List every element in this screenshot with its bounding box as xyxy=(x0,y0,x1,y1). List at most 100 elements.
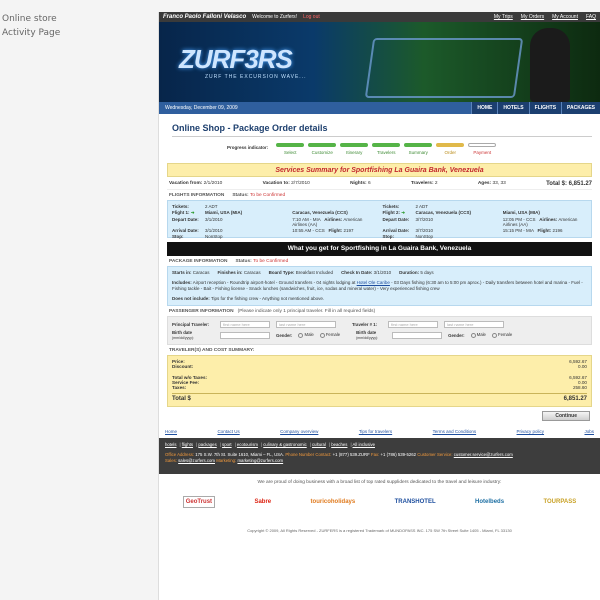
user-name: Franco Paolo Falloni Velasco xyxy=(163,14,247,20)
package-box: Starts in: Caracas Finishes in: Caracas … xyxy=(167,266,592,306)
cat-sport[interactable]: sport xyxy=(222,442,232,447)
logout-link[interactable]: Log out xyxy=(303,14,320,20)
hotelbeds-logo: Hotelbeds xyxy=(475,498,505,505)
step-customize: Customize xyxy=(308,143,337,155)
flight-1: Tickets: 2 ADT Flight 1: ➜ Miami, USA (MIA… xyxy=(172,204,363,239)
marketing-email[interactable]: marketing@zurfers.com xyxy=(237,458,283,463)
flight-2: Tickets: 2 ADT Flight 2: ➜ Caracas, Venezu… xyxy=(382,204,578,239)
summary-total: 6,851.27 xyxy=(568,181,592,187)
tourico-logo: touricoholidays xyxy=(310,498,356,505)
nav-my-orders[interactable]: My Orders xyxy=(521,14,544,20)
cat-flights[interactable]: flights xyxy=(182,442,193,447)
vacation-from: 2/1/2010 xyxy=(203,181,223,186)
footer-home[interactable]: Home xyxy=(165,429,177,434)
main-menu: HOME HOTELS FLIGHTS PACKAGES xyxy=(471,102,600,114)
sabre-logo: Sabre xyxy=(254,498,272,505)
traveler1-gender-male[interactable]: Male xyxy=(470,332,486,338)
cat-hotels[interactable]: hotels xyxy=(165,442,176,447)
page: Franco Paolo Falloni Velasco Welcome to … xyxy=(158,12,600,600)
principal-first-name-input[interactable]: first name here xyxy=(220,321,270,328)
cat-beaches[interactable]: beaches xyxy=(331,442,347,447)
cost-taxes: 258.60 xyxy=(572,385,587,391)
suppliers-text: We are proud of doing business with a br… xyxy=(257,479,502,485)
traveler1-first-name-input[interactable]: first name here xyxy=(388,321,438,328)
menu-packages[interactable]: PACKAGES xyxy=(561,102,600,114)
cat-ecotourism[interactable]: ecotourism xyxy=(237,442,258,447)
continue-button[interactable]: Continue xyxy=(542,410,590,421)
passenger-form: Principal Traveler: first name here last… xyxy=(167,316,592,345)
cat-all-inclusive[interactable]: All inclusive xyxy=(353,442,375,447)
cost-discount: 0.00 xyxy=(578,364,587,370)
sales-email[interactable]: sales@zurfers.com xyxy=(178,458,215,463)
dark-footer: hotels | flights | packages | sport | ecotou… xyxy=(159,437,600,474)
cost-section-title: TRAVELER(S) AND COST SUMMARY: xyxy=(169,348,255,353)
tourpass-logo: TOURPASS xyxy=(543,498,577,505)
flights-section-title: FLIGHTS INFORMATION Status: To be Confir… xyxy=(169,193,286,198)
menu-home[interactable]: HOME xyxy=(471,102,498,114)
cost-summary: Price: 6,592.67 Discount: 0.00 Total w/o T… xyxy=(167,355,592,407)
footer-terms[interactable]: Terms and Conditions xyxy=(433,429,477,434)
traveler1-birth-input[interactable] xyxy=(392,331,443,339)
customer-service-email[interactable]: customer.service@zurfers.com xyxy=(454,452,513,457)
page-title: Online Shop - Package Order details xyxy=(172,123,592,137)
main-content: Online Shop - Package Order details Prog… xyxy=(159,114,600,421)
principal-birth-input[interactable] xyxy=(220,331,270,339)
services-summary-row: Vacation from: 2/1/2010 Vacation to: 2/7… xyxy=(167,177,592,190)
welcome-text: Welcome to Zurfers! xyxy=(252,14,298,20)
step-payment: Payment xyxy=(468,143,497,155)
nav-my-trips[interactable]: My Trips xyxy=(494,14,513,20)
menu-hotels[interactable]: HOTELS xyxy=(497,102,529,114)
footer-contact[interactable]: Contact Us xyxy=(217,429,239,434)
flights-status: To be Confirmed xyxy=(249,193,286,198)
hotel-link[interactable]: Hotel Ole Caribe xyxy=(357,280,390,285)
footer-jobs[interactable]: Jobs xyxy=(584,429,594,434)
step-select: Select xyxy=(276,143,305,155)
cat-packages[interactable]: packages xyxy=(198,442,216,447)
traveler1-last-name-input[interactable]: last name here xyxy=(444,321,504,328)
flights-box: Tickets: 2 ADT Flight 1: ➜ Miami, USA (MIA… xyxy=(167,200,592,239)
package-section-title: PACKAGE INFORMATION Status: To be Confir… xyxy=(169,259,289,264)
step-order: Order xyxy=(436,143,465,155)
travelers-count: 2 xyxy=(434,181,438,186)
vacation-to: 2/7/2010 xyxy=(291,181,310,186)
side-label-line-1: Online store xyxy=(2,14,57,24)
footer-links: Home Contact Us Company overview Tips fo… xyxy=(165,429,594,434)
shopping-cart-image xyxy=(364,38,524,98)
partner-logos: GeoTrust Sabre touricoholidays TRANSHOTE… xyxy=(159,490,600,514)
hero-banner: ZURF3RS ZURF THE EXCURSION WAVE... xyxy=(159,22,600,102)
footer-privacy[interactable]: Privacy policy xyxy=(517,429,545,434)
cost-total: 6,851.27 xyxy=(563,396,587,403)
progress-label: Progress indicator: xyxy=(227,145,269,150)
progress-indicator: Progress indicator: Select Customize Iti… xyxy=(227,143,592,155)
nav-my-account[interactable]: My Account xyxy=(552,14,578,20)
menu-flights[interactable]: FLIGHTS xyxy=(528,102,562,114)
arrow-right-icon: ➜ xyxy=(401,210,406,215)
package-status: To be Confirmed xyxy=(253,259,289,264)
step-summary: Summary xyxy=(404,143,433,155)
arrow-right-icon: ➜ xyxy=(190,210,195,215)
transhotel-logo: TRANSHOTEL xyxy=(394,498,436,505)
principal-last-name-input[interactable]: last name here xyxy=(276,321,336,328)
current-date: Wednesday, December 09, 2009 xyxy=(165,105,238,111)
step-travelers: Travelers xyxy=(372,143,401,155)
cat-cultural[interactable]: cultural xyxy=(312,442,326,447)
copyright: Copyright © 2009, All Rights Reserved - … xyxy=(247,527,512,533)
step-itinerary: Itinerary xyxy=(340,143,369,155)
date-bar: Wednesday, December 09, 2009 HOME HOTELS… xyxy=(159,102,600,114)
side-label-line-2: Activity Page xyxy=(2,28,61,38)
nav-faq[interactable]: FAQ xyxy=(586,14,596,20)
side-label: Online store Activity Page xyxy=(2,12,60,40)
person-image xyxy=(530,28,570,102)
principal-gender-male[interactable]: Male xyxy=(298,332,314,338)
zurfers-logo[interactable]: ZURF3RS xyxy=(179,44,293,75)
principal-gender-female[interactable]: Female xyxy=(319,332,340,338)
passenger-section-title: PASSENGER INFORMATION (Please indicate o… xyxy=(169,309,376,314)
footer-company[interactable]: Company overview xyxy=(280,429,318,434)
logo-tagline: ZURF THE EXCURSION WAVE... xyxy=(205,74,307,80)
ages: 33, 33 xyxy=(492,181,506,186)
footer-tips[interactable]: Tips for travelers xyxy=(359,429,392,434)
cat-culinary[interactable]: culinary & gastronomic xyxy=(263,442,306,447)
nights: 6 xyxy=(367,181,371,186)
traveler1-gender-female[interactable]: Female xyxy=(491,332,512,338)
geotrust-logo: GeoTrust xyxy=(182,495,216,508)
